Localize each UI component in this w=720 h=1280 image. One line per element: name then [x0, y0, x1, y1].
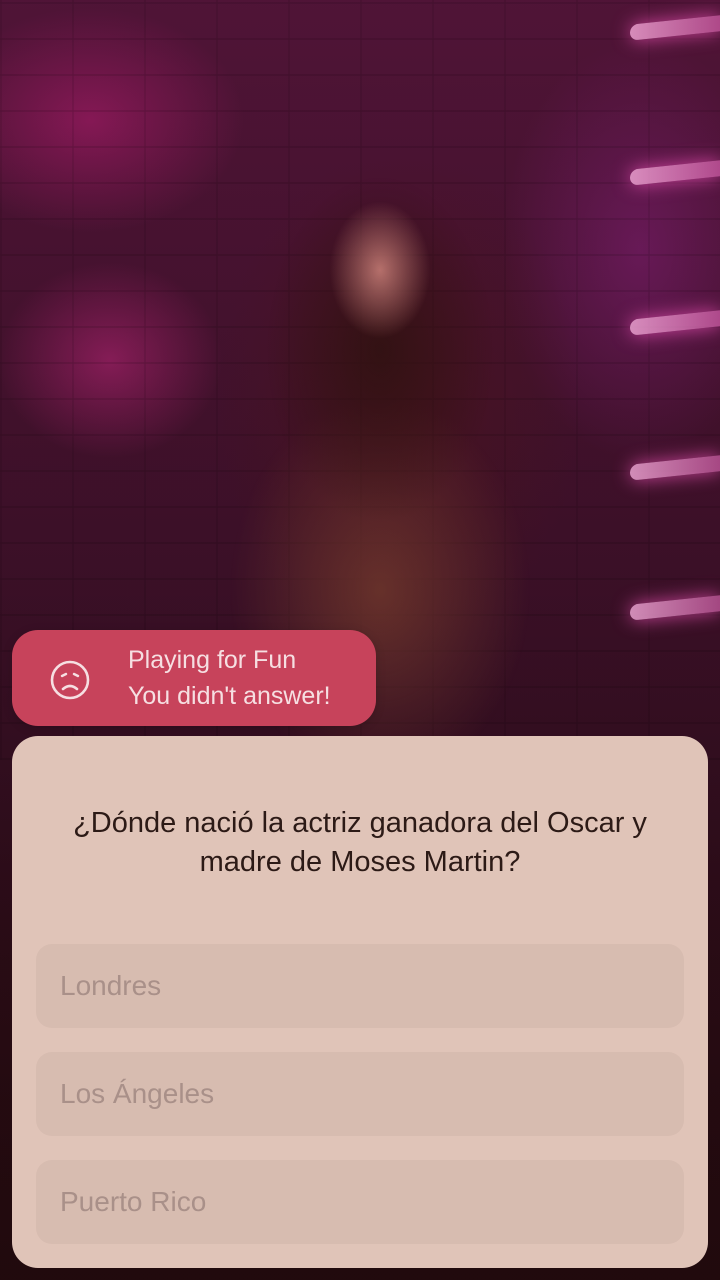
answer-status-toast: Playing for Fun You didn't answer!: [12, 630, 376, 726]
sad-face-icon: [50, 660, 90, 700]
answer-option-1[interactable]: Londres: [36, 944, 684, 1028]
question-text: ¿Dónde nació la actriz ganadora del Osca…: [73, 807, 647, 878]
answer-option-2[interactable]: Los Ángeles: [36, 1052, 684, 1136]
answer-option-label: Puerto Rico: [60, 1186, 207, 1217]
question-card: ¿Dónde nació la actriz ganadora del Osca…: [12, 736, 708, 1268]
answer-option-label: Los Ángeles: [60, 1078, 215, 1109]
play-mode-label: Playing for Fun: [128, 646, 297, 674]
answer-option-label: Londres: [60, 970, 162, 1001]
answer-status-message: You didn't answer!: [128, 682, 331, 710]
answer-option-3[interactable]: Puerto Rico: [36, 1160, 684, 1244]
